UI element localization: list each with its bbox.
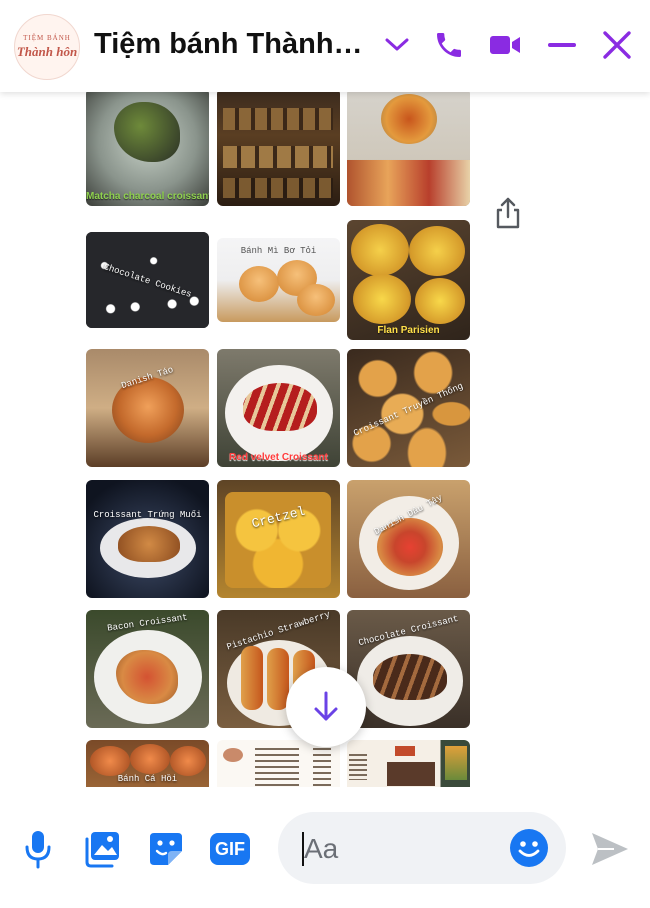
avatar-name-text: Thành hôn	[16, 44, 78, 59]
avatar[interactable]: TIỆM BÁNH Thành hôn	[14, 14, 80, 80]
sticker-icon[interactable]	[146, 827, 186, 871]
photo-salmon-bread[interactable]: Bánh Cá Hồi	[86, 740, 209, 787]
photo-flan-parisien[interactable]: Flan Parisien	[347, 220, 470, 340]
photo-bacon-croissant[interactable]: Bacon Croissant	[86, 610, 209, 728]
photo-chocolate-cookies[interactable]: Chocolate Cookies	[86, 232, 209, 328]
close-icon[interactable]	[600, 28, 634, 62]
photo-danish-tao[interactable]: Danish Táo	[86, 349, 209, 467]
send-icon[interactable]	[588, 827, 632, 871]
photo-red-velvet-croissant[interactable]: Red velvet Croissant	[217, 349, 340, 467]
photo-salted-egg-croissant[interactable]: Croissant Trứng Muối	[86, 480, 209, 598]
share-icon[interactable]	[494, 196, 522, 230]
photo-caption: Bánh Cá Hồi	[117, 774, 178, 784]
photo-icon[interactable]	[82, 827, 122, 871]
photo-caption: Red velvet Croissant	[229, 452, 328, 463]
photo-menu-1[interactable]	[217, 740, 340, 787]
chevron-down-icon[interactable]	[380, 28, 414, 62]
photo-strawberry-danish[interactable]: Danish Dâu Tây	[347, 480, 470, 598]
microphone-icon[interactable]	[18, 827, 58, 871]
photo-menu-2[interactable]	[347, 740, 470, 787]
photo-caption: Flan Parisien	[377, 325, 440, 336]
photo-caption: Matcha charcoal croissant	[86, 191, 209, 202]
photo-garlic-bread[interactable]: Bánh Mì Bơ Tỏi	[217, 238, 340, 322]
gif-icon[interactable]: GIF	[208, 827, 252, 871]
message-input-wrapper	[278, 812, 566, 884]
photo-grid: Matcha charcoal croissant Chocolate Cook…	[86, 92, 471, 787]
message-input[interactable]	[302, 830, 506, 868]
emoji-icon[interactable]	[509, 828, 549, 868]
gif-label: GIF	[215, 838, 245, 859]
phone-icon[interactable]	[432, 28, 466, 62]
chat-title[interactable]: Tiệm bánh Thành…	[94, 28, 374, 61]
minimize-icon[interactable]	[545, 28, 579, 62]
avatar-top-text: TIỆM BÁNH	[23, 34, 71, 42]
photo-cretzel[interactable]: Cretzel	[217, 480, 340, 598]
chat-header: TIỆM BÁNH Thành hôn Tiệm bánh Thành…	[0, 0, 650, 92]
arrow-down-icon	[314, 691, 338, 721]
text-caret	[302, 832, 304, 866]
photo-tart-box[interactable]	[347, 92, 470, 206]
photo-caption: Bánh Mì Bơ Tỏi	[240, 246, 317, 256]
video-camera-icon[interactable]	[488, 28, 522, 62]
photo-traditional-croissants[interactable]: Croissant Truyền Thống	[347, 349, 470, 467]
photo-shop-shelves[interactable]	[217, 92, 340, 206]
scroll-to-bottom-button[interactable]	[286, 667, 366, 747]
photo-caption: Croissant Trứng Muối	[93, 510, 202, 520]
photo-matcha-charcoal-croissant[interactable]: Matcha charcoal croissant	[86, 92, 209, 206]
